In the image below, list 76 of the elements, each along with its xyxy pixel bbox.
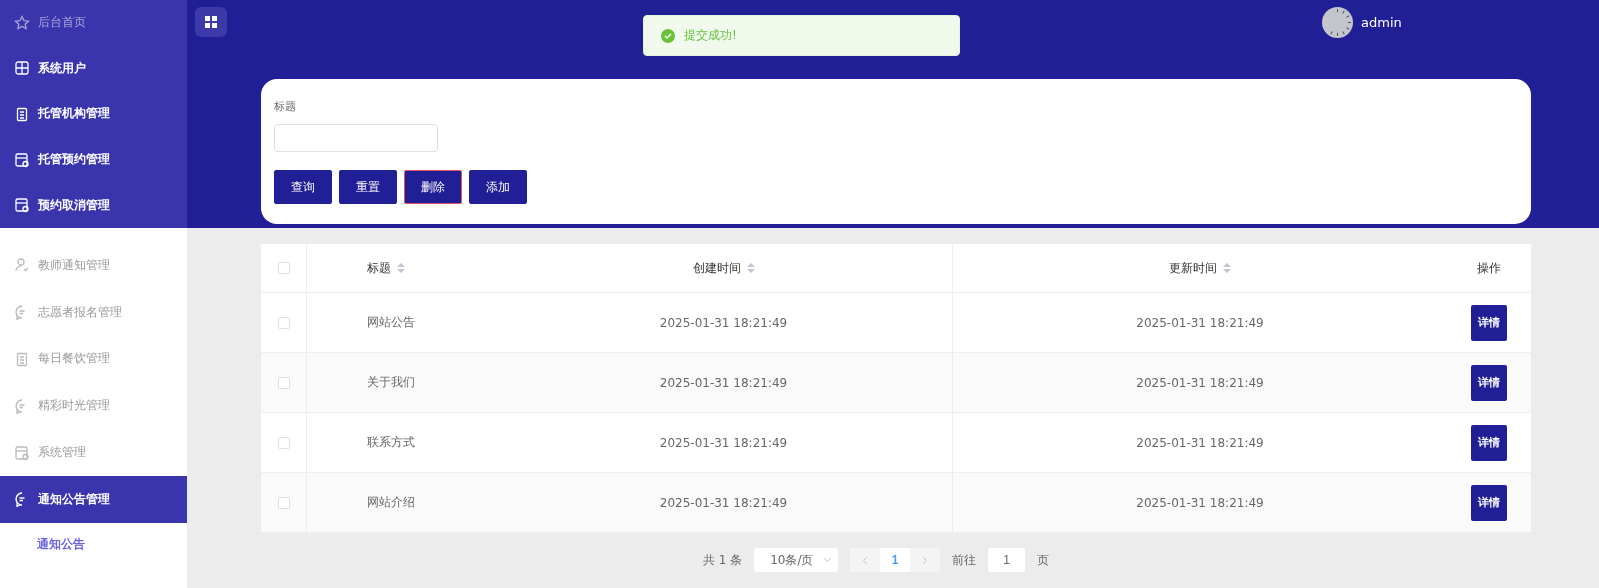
menu-toggle-button[interactable] — [195, 7, 227, 37]
sidebar-item[interactable]: 托管预约管理 — [0, 136, 187, 183]
table-cell: 2025-01-31 18:21:49 — [659, 375, 788, 390]
action-button[interactable]: 删除 — [404, 170, 462, 204]
sidebar-item-label: 后台首页 — [38, 14, 86, 32]
calendar-icon — [14, 444, 30, 461]
detail-button[interactable]: 详情 — [1471, 424, 1507, 461]
sidebar-item[interactable]: 通知公告管理 — [0, 476, 187, 523]
table-cell: 网站介绍 — [367, 494, 415, 511]
detail-button[interactable]: 详情 — [1471, 304, 1507, 341]
checkbox[interactable] — [277, 316, 290, 329]
total-count: 共 1 条 — [702, 551, 743, 569]
calendar-icon — [14, 151, 30, 168]
goto-label: 前往 — [952, 551, 977, 569]
star-icon — [14, 14, 30, 31]
table-cell: 2025-01-31 18:21:49 — [659, 315, 788, 330]
sidebar-subitem[interactable]: 通知公告 — [0, 522, 187, 567]
prev-page-button[interactable] — [850, 548, 881, 572]
table-cell: 2025-01-31 18:21:49 — [659, 495, 788, 510]
detail-button[interactable]: 详情 — [1471, 364, 1507, 401]
sidebar-item-label: 精彩时光管理 — [38, 397, 110, 415]
sort-icon[interactable] — [397, 263, 405, 273]
checkbox[interactable] — [277, 376, 290, 389]
checkbox[interactable] — [277, 262, 290, 274]
username[interactable]: admin — [1361, 15, 1402, 30]
sidebar-item-label: 系统管理 — [38, 444, 86, 462]
table-cell: 2025-01-31 18:21:49 — [1136, 495, 1264, 510]
sidebar-item-label: 教师通知管理 — [38, 256, 110, 274]
sort-icon[interactable] — [746, 263, 755, 273]
table-cell: 2025-01-31 18:21:49 — [659, 435, 788, 450]
goto-page-field[interactable]: 1 — [988, 548, 1026, 572]
column-header: 创建时间 — [692, 259, 741, 277]
checkbox[interactable] — [277, 496, 290, 509]
column-header: 操作 — [1477, 259, 1501, 277]
sort-icon[interactable] — [1223, 263, 1231, 273]
sidebar-item[interactable]: 后台首页 — [0, 0, 187, 46]
sidebar-item-label: 每日餐饮管理 — [38, 350, 110, 368]
table-cell: 联系方式 — [367, 434, 415, 451]
page-size-select[interactable]: 10条/页 — [754, 548, 839, 572]
sidebar-item[interactable]: 系统用户 — [0, 45, 187, 92]
detail-button[interactable]: 详情 — [1471, 484, 1507, 521]
action-button[interactable]: 查询 — [274, 170, 332, 204]
action-button[interactable]: 重置 — [339, 170, 397, 204]
clipboard-icon — [14, 351, 30, 367]
sidebar-item-label: 系统用户 — [38, 59, 86, 77]
title-input-field[interactable] — [274, 124, 438, 152]
sidebar-item-label: 托管预约管理 — [38, 151, 110, 169]
field-label: 标题 — [274, 99, 297, 114]
sidebar-item[interactable]: 托管机构管理 — [0, 91, 187, 137]
calendar-icon — [14, 197, 30, 214]
chevron-left-icon — [862, 555, 869, 565]
page-suffix: 页 — [1037, 551, 1050, 569]
table-cell: 网站公告 — [367, 314, 415, 331]
table-cell: 关于我们 — [367, 374, 415, 391]
next-page-button[interactable] — [910, 548, 941, 572]
sidebar-item-label: 托管机构管理 — [38, 105, 110, 123]
checkbox[interactable] — [277, 436, 290, 449]
sidebar-item-label: 志愿者报名管理 — [38, 303, 122, 321]
column-header: 标题 — [367, 259, 391, 277]
table-cell: 2025-01-31 18:21:49 — [1136, 435, 1264, 450]
chevron-down-icon — [823, 557, 833, 563]
check-circle-icon — [661, 28, 675, 43]
avatar-icon[interactable] — [1322, 7, 1353, 38]
toast-message: 提交成功! — [684, 27, 737, 44]
sidebar-item-label: 预约取消管理 — [38, 196, 110, 214]
grid-icon — [14, 60, 30, 77]
chevron-right-icon — [922, 555, 929, 565]
table-cell: 2025-01-31 18:21:49 — [1136, 375, 1264, 390]
sidebar-item-label: 通知公告管理 — [38, 490, 110, 508]
grid-icon — [205, 16, 217, 28]
clipboard-icon — [14, 106, 30, 122]
sidebar-item[interactable]: 预约取消管理 — [0, 182, 187, 228]
action-button[interactable]: 添加 — [469, 170, 527, 204]
column-header: 更新时间 — [1169, 259, 1217, 277]
table-cell: 2025-01-31 18:21:49 — [1136, 315, 1264, 330]
user-icon — [14, 257, 30, 274]
